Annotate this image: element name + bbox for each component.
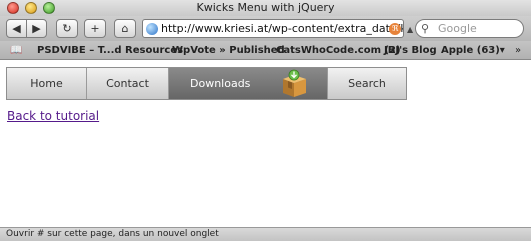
globe-icon <box>146 23 158 35</box>
forward-arrow-icon: ▶ <box>32 22 41 35</box>
menu-item-label: Contact <box>106 77 149 90</box>
kwicks-menu: Home Contact Downloads Search <box>6 67 407 100</box>
back-button[interactable]: ◀ <box>6 19 27 38</box>
zoom-window-icon[interactable] <box>43 2 55 14</box>
bookmarks-bar: 📖 PSDVIBE – T...d Resources WpVote » Pub… <box>0 41 531 60</box>
rss-icon[interactable]: ℜ <box>389 23 401 35</box>
menu-item-label: Search <box>348 77 386 90</box>
browser-toolbar: ◀ ▶ ↻ + ⌂ http://www.kriesi.at/wp-conten… <box>0 16 531 41</box>
menu-item-contact[interactable]: Contact <box>87 68 169 99</box>
home-icon: ⌂ <box>121 22 129 35</box>
search-field[interactable]: ⚲ Google <box>415 19 524 38</box>
status-text: Ouvrir # sur cette page, dans un nouvel … <box>6 229 219 239</box>
search-placeholder: Google <box>438 22 477 35</box>
home-button[interactable]: ⌂ <box>114 19 136 38</box>
address-url[interactable]: http://www.kriesi.at/wp-content/extra_da… <box>161 20 403 37</box>
status-bar: Ouvrir # sur cette page, dans un nouvel … <box>0 227 531 241</box>
add-bookmark-button[interactable]: + <box>84 19 106 38</box>
reload-button[interactable]: ↻ <box>56 19 78 38</box>
menu-item-downloads[interactable]: Downloads <box>169 68 328 99</box>
bookmark-psdvibe[interactable]: PSDVIBE – T...d Resources <box>37 41 183 60</box>
forward-button[interactable]: ▶ <box>26 19 47 38</box>
search-icon: ⚲ <box>421 22 430 35</box>
close-window-icon[interactable] <box>7 2 19 14</box>
menu-item-home[interactable]: Home <box>7 68 87 99</box>
bookmark-jbj-blog[interactable]: JBJ's Blog <box>384 41 437 60</box>
menu-item-label: Downloads <box>190 77 251 90</box>
plus-icon: + <box>90 22 100 35</box>
page-content: Home Contact Downloads Search Back to tu… <box>0 60 531 227</box>
menu-item-search[interactable]: Search <box>328 68 406 99</box>
more-bookmarks-icon[interactable]: » <box>515 41 521 60</box>
back-arrow-icon: ◀ <box>12 22 21 35</box>
minimize-window-icon[interactable] <box>25 2 37 14</box>
menu-item-label: Home <box>30 77 63 90</box>
bookmark-catswhocode[interactable]: CatsWhoCode.com (2) <box>276 41 401 60</box>
window-title: Kwicks Menu with jQuery <box>196 1 335 14</box>
download-box-icon <box>283 69 306 97</box>
bookmark-wpvote[interactable]: WpVote » Published <box>172 41 285 60</box>
back-to-tutorial-link[interactable]: Back to tutorial <box>7 109 99 123</box>
address-bar[interactable]: http://www.kriesi.at/wp-content/extra_da… <box>142 19 404 38</box>
bookmarks-book-icon[interactable]: 📖 <box>10 41 22 60</box>
title-bar: Kwicks Menu with jQuery <box>0 0 531 16</box>
reload-icon: ↻ <box>62 22 72 35</box>
address-dropdown-icon[interactable]: ▲ <box>407 25 413 34</box>
bookmark-apple[interactable]: Apple (63)▾ <box>441 41 505 60</box>
